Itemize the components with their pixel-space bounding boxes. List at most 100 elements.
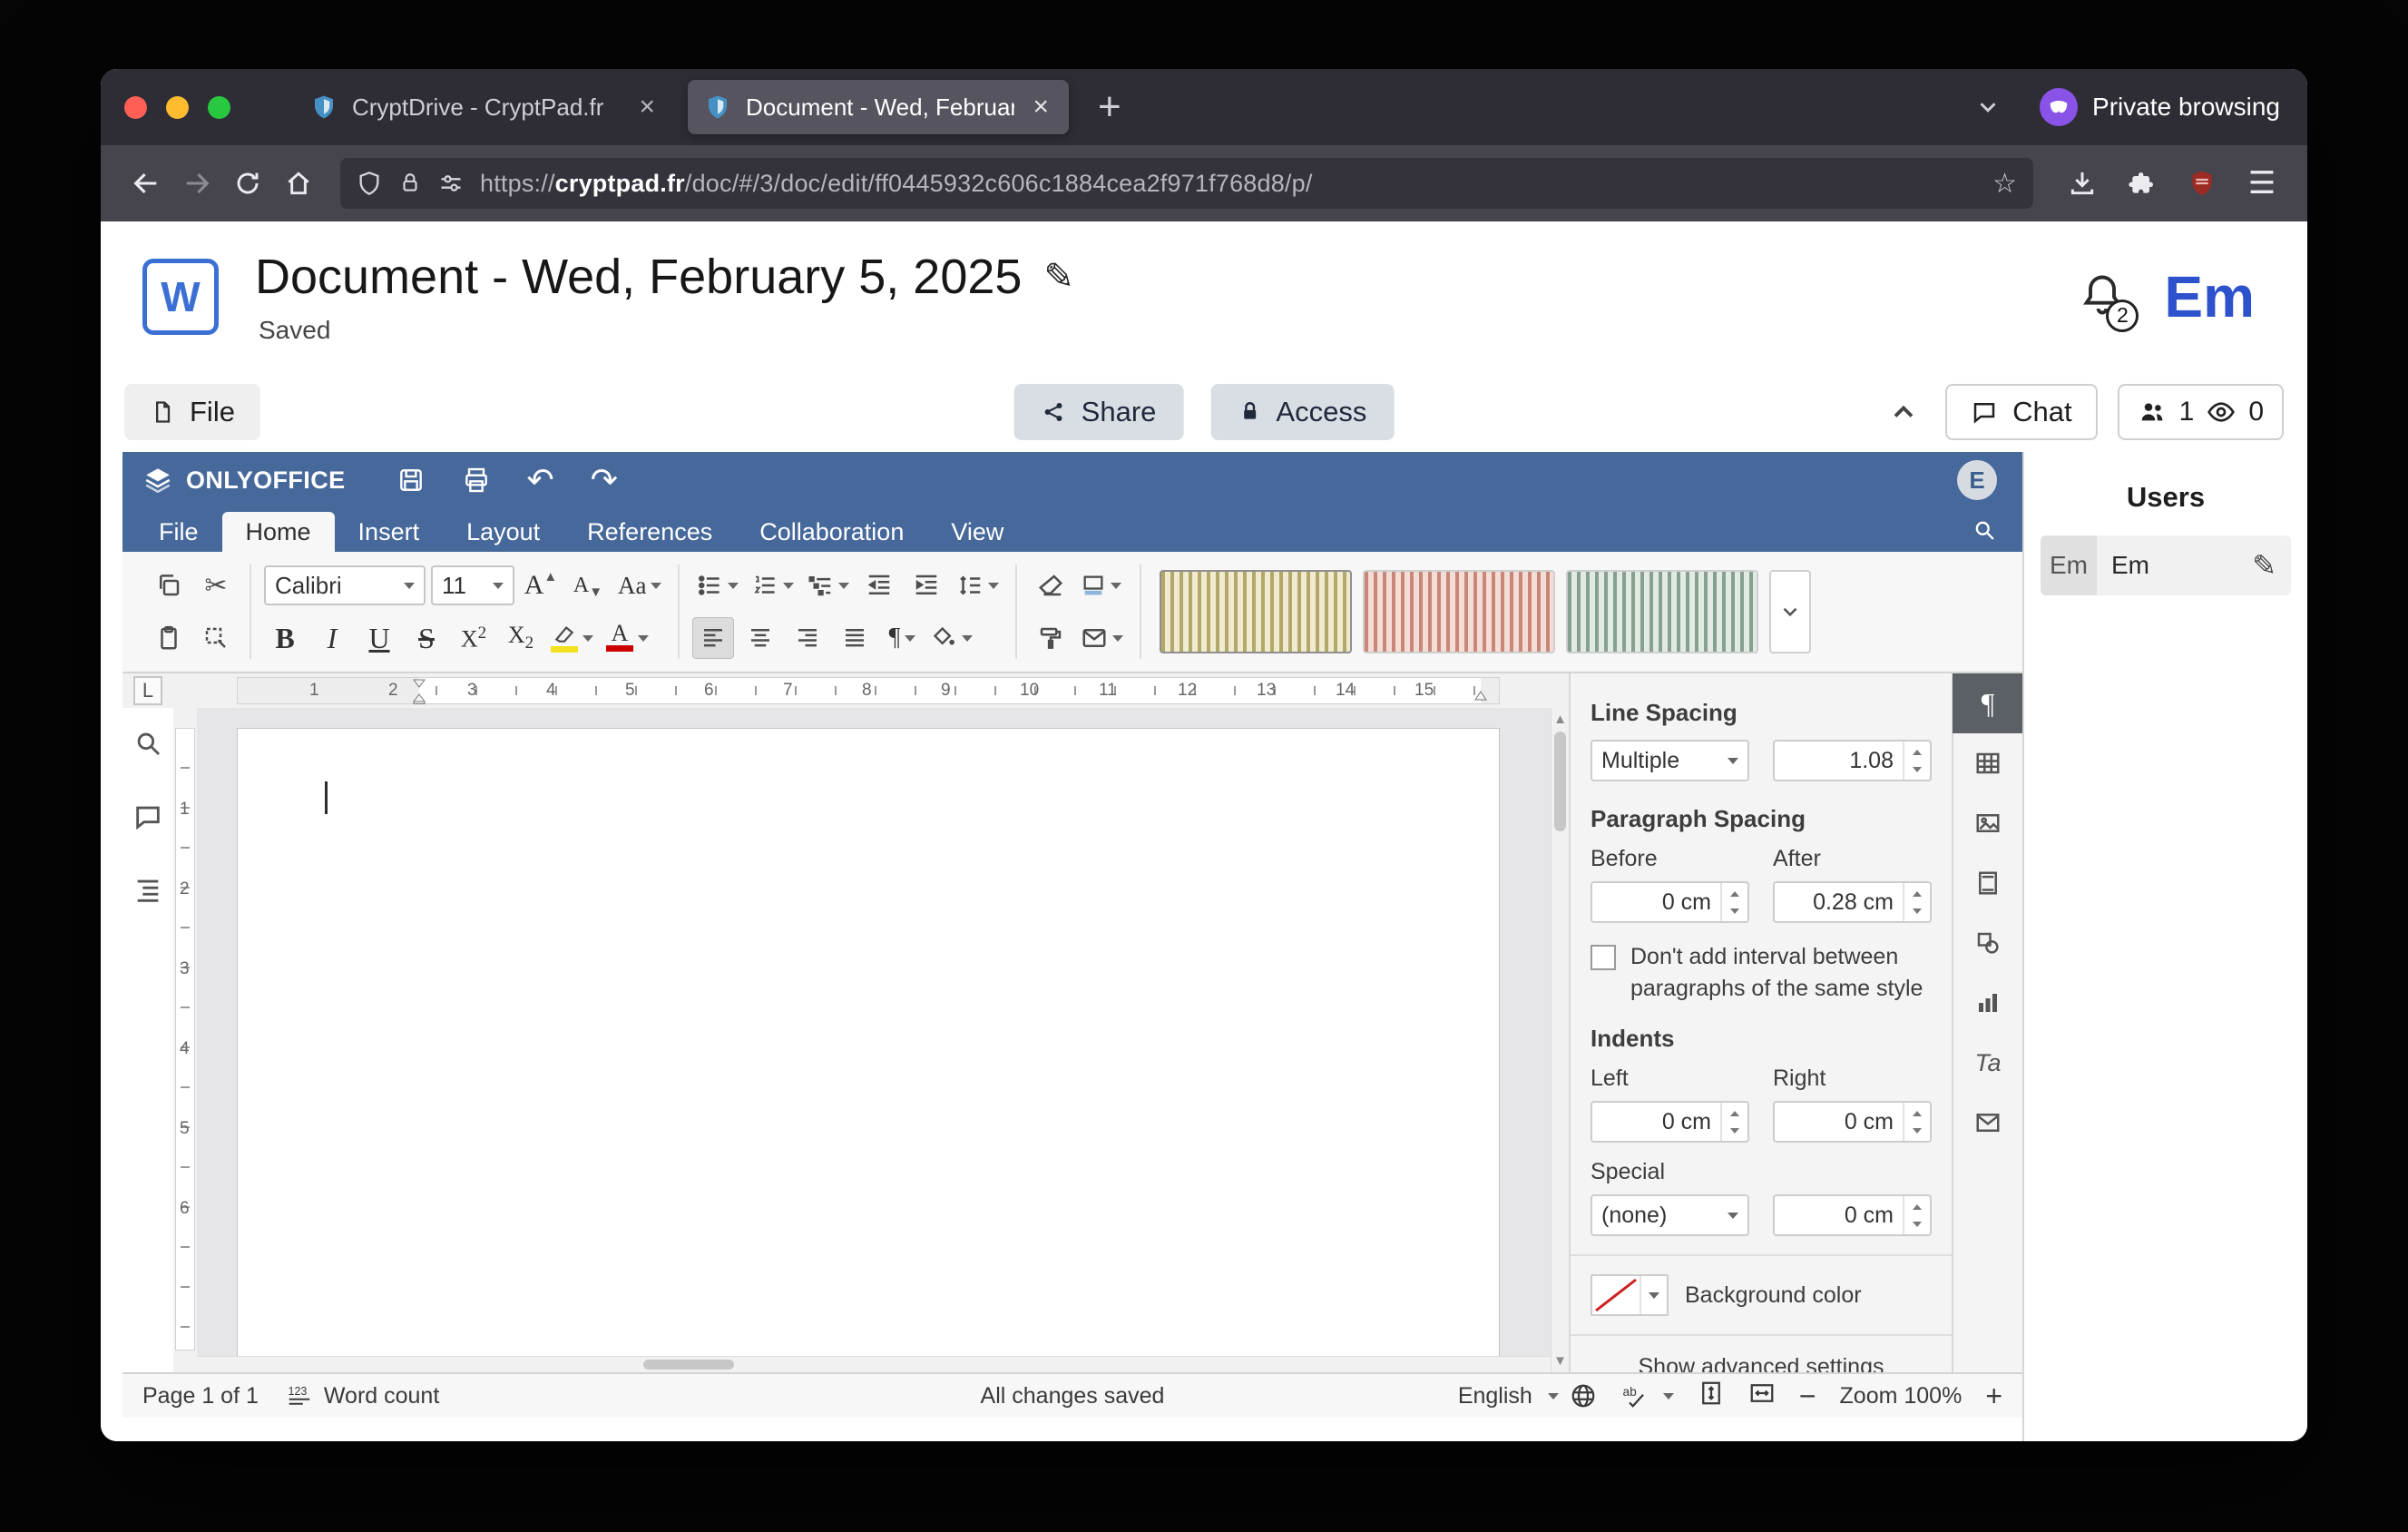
home-button[interactable]: [273, 158, 324, 209]
close-tab-icon[interactable]: ×: [635, 92, 659, 123]
search-icon[interactable]: [1959, 510, 2010, 550]
reload-button[interactable]: [222, 158, 273, 209]
word-count-button[interactable]: 123 Word count: [286, 1382, 439, 1409]
font-size-select[interactable]: 11: [431, 565, 514, 605]
numbered-list-button[interactable]: [748, 565, 798, 606]
tab-file[interactable]: File: [135, 512, 222, 552]
lock-icon[interactable]: [398, 172, 422, 195]
zoom-in-button[interactable]: +: [1985, 1381, 2002, 1410]
tab-document[interactable]: Document - Wed, February 5, 2025 ×: [688, 80, 1069, 134]
spinner-down-button[interactable]: [1904, 1215, 1930, 1234]
edit-name-pencil-icon[interactable]: ✎: [2252, 548, 2276, 583]
menu-hamburger-icon[interactable]: ☰: [2237, 158, 2287, 209]
tab-collaboration[interactable]: Collaboration: [736, 512, 927, 552]
bullet-list-button[interactable]: [692, 565, 742, 606]
presence-button[interactable]: 1 0: [2118, 384, 2284, 440]
spinner-down-button[interactable]: [1904, 761, 1930, 780]
new-tab-button[interactable]: +: [1089, 87, 1131, 127]
tab-references[interactable]: References: [563, 512, 736, 552]
nonprinting-characters-button[interactable]: ¶: [881, 617, 923, 659]
cut-button[interactable]: ✂: [195, 565, 237, 606]
strikeout-button[interactable]: S: [406, 617, 447, 659]
permissions-sliders-icon[interactable]: [438, 171, 464, 196]
increase-indent-button[interactable]: [905, 565, 947, 606]
subscript-button[interactable]: X2: [500, 617, 542, 659]
style-preview[interactable]: [1160, 570, 1352, 653]
paragraph-shading-button[interactable]: [928, 617, 976, 659]
header-footer-settings-icon[interactable]: [1953, 853, 2023, 913]
clear-style-button[interactable]: [1030, 565, 1072, 606]
font-color-button[interactable]: A: [602, 617, 652, 659]
tab-view[interactable]: View: [927, 512, 1027, 552]
spinner-up-button[interactable]: [1904, 741, 1930, 761]
spinner-down-button[interactable]: [1722, 902, 1747, 921]
tab-cryptdrive[interactable]: CryptDrive - CryptPad.fr ×: [294, 80, 675, 134]
comments-icon[interactable]: [132, 801, 163, 837]
right-indent-marker[interactable]: [1474, 691, 1487, 703]
change-case-button[interactable]: Aa: [614, 565, 665, 606]
copy-style-button[interactable]: [1030, 617, 1072, 659]
indent-marker[interactable]: [413, 679, 426, 704]
line-spacing-select[interactable]: Multiple: [1591, 740, 1749, 781]
align-right-button[interactable]: [787, 617, 828, 659]
page-count[interactable]: Page 1 of 1: [142, 1383, 259, 1409]
page-color-button[interactable]: [1077, 565, 1125, 606]
italic-button[interactable]: I: [311, 617, 353, 659]
paragraph-settings-icon[interactable]: ¶: [1953, 673, 2023, 733]
special-amount-spinner[interactable]: 0 cm: [1773, 1194, 1932, 1236]
decrease-font-button[interactable]: A▼: [567, 565, 609, 606]
forward-button[interactable]: [171, 158, 222, 209]
undo-icon[interactable]: ↶: [527, 464, 554, 496]
table-settings-icon[interactable]: [1953, 733, 2023, 793]
language-select[interactable]: English: [1458, 1382, 1597, 1409]
ublock-origin-icon[interactable]: [2177, 158, 2227, 209]
spinner-down-button[interactable]: [1904, 1122, 1930, 1141]
spacing-after-spinner[interactable]: 0.28 cm: [1773, 881, 1932, 923]
text-art-settings-icon[interactable]: Ta: [1953, 1033, 2023, 1093]
access-button[interactable]: Access: [1210, 384, 1394, 440]
file-menu-button[interactable]: File: [124, 384, 260, 440]
downloads-icon[interactable]: [2057, 158, 2108, 209]
line-spacing-spinner[interactable]: 1.08: [1773, 740, 1932, 781]
no-interval-checkbox[interactable]: [1591, 945, 1616, 970]
horizontal-scrollbar-thumb[interactable]: [643, 1360, 734, 1370]
tracking-shield-icon[interactable]: [357, 171, 382, 196]
url-text[interactable]: https://cryptpad.fr/doc/#/3/doc/edit/ff0…: [480, 170, 1976, 198]
fit-page-button[interactable]: [1698, 1380, 1725, 1413]
account-avatar[interactable]: Em: [2164, 263, 2255, 330]
zoom-window-button[interactable]: [208, 96, 230, 119]
spinner-up-button[interactable]: [1904, 883, 1930, 902]
rename-pencil-icon[interactable]: ✎: [1043, 256, 1074, 298]
extensions-puzzle-icon[interactable]: [2117, 158, 2168, 209]
url-bar[interactable]: https://cryptpad.fr/doc/#/3/doc/edit/ff0…: [340, 158, 2033, 209]
save-icon[interactable]: [396, 466, 426, 495]
decrease-indent-button[interactable]: [858, 565, 900, 606]
increase-font-button[interactable]: A▲: [520, 565, 562, 606]
back-button[interactable]: [121, 158, 171, 209]
vertical-scrollbar[interactable]: ▲ ▼: [1551, 708, 1569, 1372]
tab-layout[interactable]: Layout: [443, 512, 563, 552]
indent-left-spinner[interactable]: 0 cm: [1591, 1101, 1749, 1143]
spinner-up-button[interactable]: [1904, 1103, 1930, 1122]
align-left-button[interactable]: [692, 617, 734, 659]
user-list-item[interactable]: Em Em ✎: [2041, 535, 2291, 595]
no-interval-label[interactable]: Don't add interval between paragraphs of…: [1630, 941, 1932, 1005]
tab-stop-selector[interactable]: L: [133, 676, 162, 705]
mail-merge-button[interactable]: [1077, 617, 1127, 659]
tab-insert[interactable]: Insert: [335, 512, 444, 552]
special-select[interactable]: (none): [1591, 1194, 1749, 1236]
fit-width-button[interactable]: [1748, 1380, 1776, 1413]
style-gallery-expand-button[interactable]: [1769, 570, 1811, 653]
print-icon[interactable]: [462, 466, 491, 495]
close-tab-icon[interactable]: ×: [1029, 92, 1052, 123]
zoom-out-button[interactable]: −: [1799, 1381, 1816, 1410]
close-window-button[interactable]: [124, 96, 147, 119]
mail-merge-settings-icon[interactable]: [1953, 1093, 2023, 1153]
spinner-down-button[interactable]: [1722, 1122, 1747, 1141]
indent-right-spinner[interactable]: 0 cm: [1773, 1101, 1932, 1143]
spinner-down-button[interactable]: [1904, 902, 1930, 921]
editor-user-badge[interactable]: E: [1957, 460, 1997, 500]
show-advanced-settings-link[interactable]: Show advanced settings: [1591, 1354, 1932, 1372]
spacing-before-spinner[interactable]: 0 cm: [1591, 881, 1749, 923]
bookmark-star-icon[interactable]: ☆: [1992, 168, 2017, 200]
